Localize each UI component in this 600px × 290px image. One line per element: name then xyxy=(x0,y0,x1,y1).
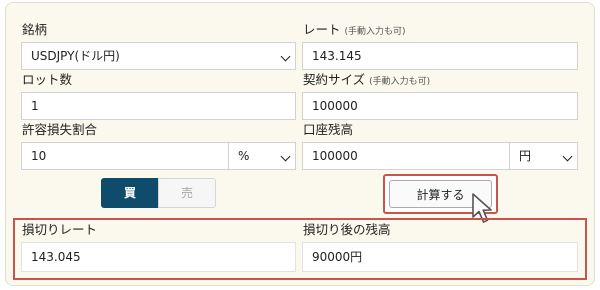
balance-after-stop-output: 90000円 xyxy=(302,242,578,272)
contract-size-label-text: 契約サイズ xyxy=(303,72,366,87)
rate-label-text: レート xyxy=(303,22,341,37)
pair-label: 銘柄 xyxy=(22,22,48,37)
account-balance-input[interactable]: 100000 xyxy=(302,142,510,170)
chevron-down-icon xyxy=(280,151,291,162)
stop-loss-rate-label: 損切りレート xyxy=(22,222,98,237)
loss-ratio-input[interactable]: 10 xyxy=(21,142,229,170)
sell-toggle-button[interactable]: 売 xyxy=(158,178,216,208)
buy-toggle-button[interactable]: 買 xyxy=(101,178,159,208)
balance-unit-value: 円 xyxy=(519,149,532,163)
contract-size-label-note: (手動入力も可) xyxy=(369,77,431,87)
rate-label: レート (手動入力も可) xyxy=(303,22,406,40)
loss-unit-select[interactable]: % xyxy=(228,142,296,170)
balance-unit-select[interactable]: 円 xyxy=(509,142,578,170)
rate-input[interactable]: 143.145 xyxy=(302,42,578,70)
chevron-down-icon xyxy=(280,51,291,62)
stop-loss-rate-output: 143.045 xyxy=(21,242,296,272)
chevron-down-icon xyxy=(562,151,573,162)
loss-ratio-label: 許容損失割合 xyxy=(22,122,98,137)
pair-select-value: USDJPY(ドル円) xyxy=(31,49,120,63)
loss-unit-value: % xyxy=(238,149,250,163)
lot-label: ロット数 xyxy=(22,72,73,87)
balance-after-stop-label: 損切り後の残高 xyxy=(303,222,391,237)
contract-size-label: 契約サイズ (手動入力も可) xyxy=(303,72,430,90)
rate-label-note: (手動入力も可) xyxy=(344,27,406,37)
pair-select[interactable]: USDJPY(ドル円) xyxy=(21,42,296,70)
lot-input[interactable]: 1 xyxy=(21,92,296,120)
contract-size-input[interactable]: 100000 xyxy=(302,92,578,120)
account-balance-label: 口座残高 xyxy=(303,122,354,137)
